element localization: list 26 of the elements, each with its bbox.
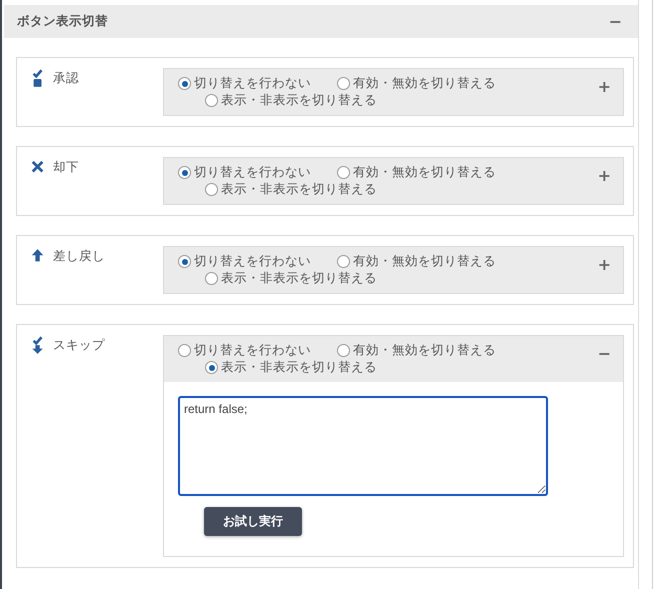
expand-button[interactable]: +: [596, 168, 613, 184]
button-name: 却下: [53, 159, 79, 176]
panel-title: ボタン表示切替: [17, 13, 108, 30]
button-name: 承認: [53, 70, 79, 87]
check-square-icon: [31, 69, 45, 89]
radio-option[interactable]: 有効・無効を切り替える: [337, 342, 496, 359]
script-field[interactable]: return false;: [178, 396, 548, 496]
radio-option[interactable]: 有効・無効を切り替える: [337, 164, 496, 181]
test-run-button[interactable]: お試し実行: [204, 507, 302, 536]
radio-option[interactable]: 切り替えを行わない: [178, 164, 311, 181]
radio-option[interactable]: 表示・非表示を切り替える: [205, 92, 377, 109]
button-name: スキップ: [53, 337, 105, 354]
radio-option[interactable]: 表示・非表示を切り替える: [205, 359, 377, 376]
radio-option[interactable]: 有効・無効を切り替える: [337, 75, 496, 92]
radio-option[interactable]: 切り替えを行わない: [178, 75, 311, 92]
expand-button[interactable]: +: [596, 79, 613, 95]
radio-option[interactable]: 表示・非表示を切り替える: [205, 181, 377, 198]
collapse-button[interactable]: −: [596, 346, 613, 362]
radio-option[interactable]: 切り替えを行わない: [178, 342, 311, 359]
radio-option[interactable]: 表示・非表示を切り替える: [205, 270, 377, 287]
expand-button[interactable]: +: [596, 257, 613, 273]
check-down-arrow-icon: [31, 336, 45, 356]
button-name: 差し戻し: [53, 248, 105, 265]
radio-option[interactable]: 切り替えを行わない: [178, 253, 311, 270]
collapse-button[interactable]: −: [606, 14, 624, 30]
radio-option[interactable]: 有効・無効を切り替える: [337, 253, 496, 270]
